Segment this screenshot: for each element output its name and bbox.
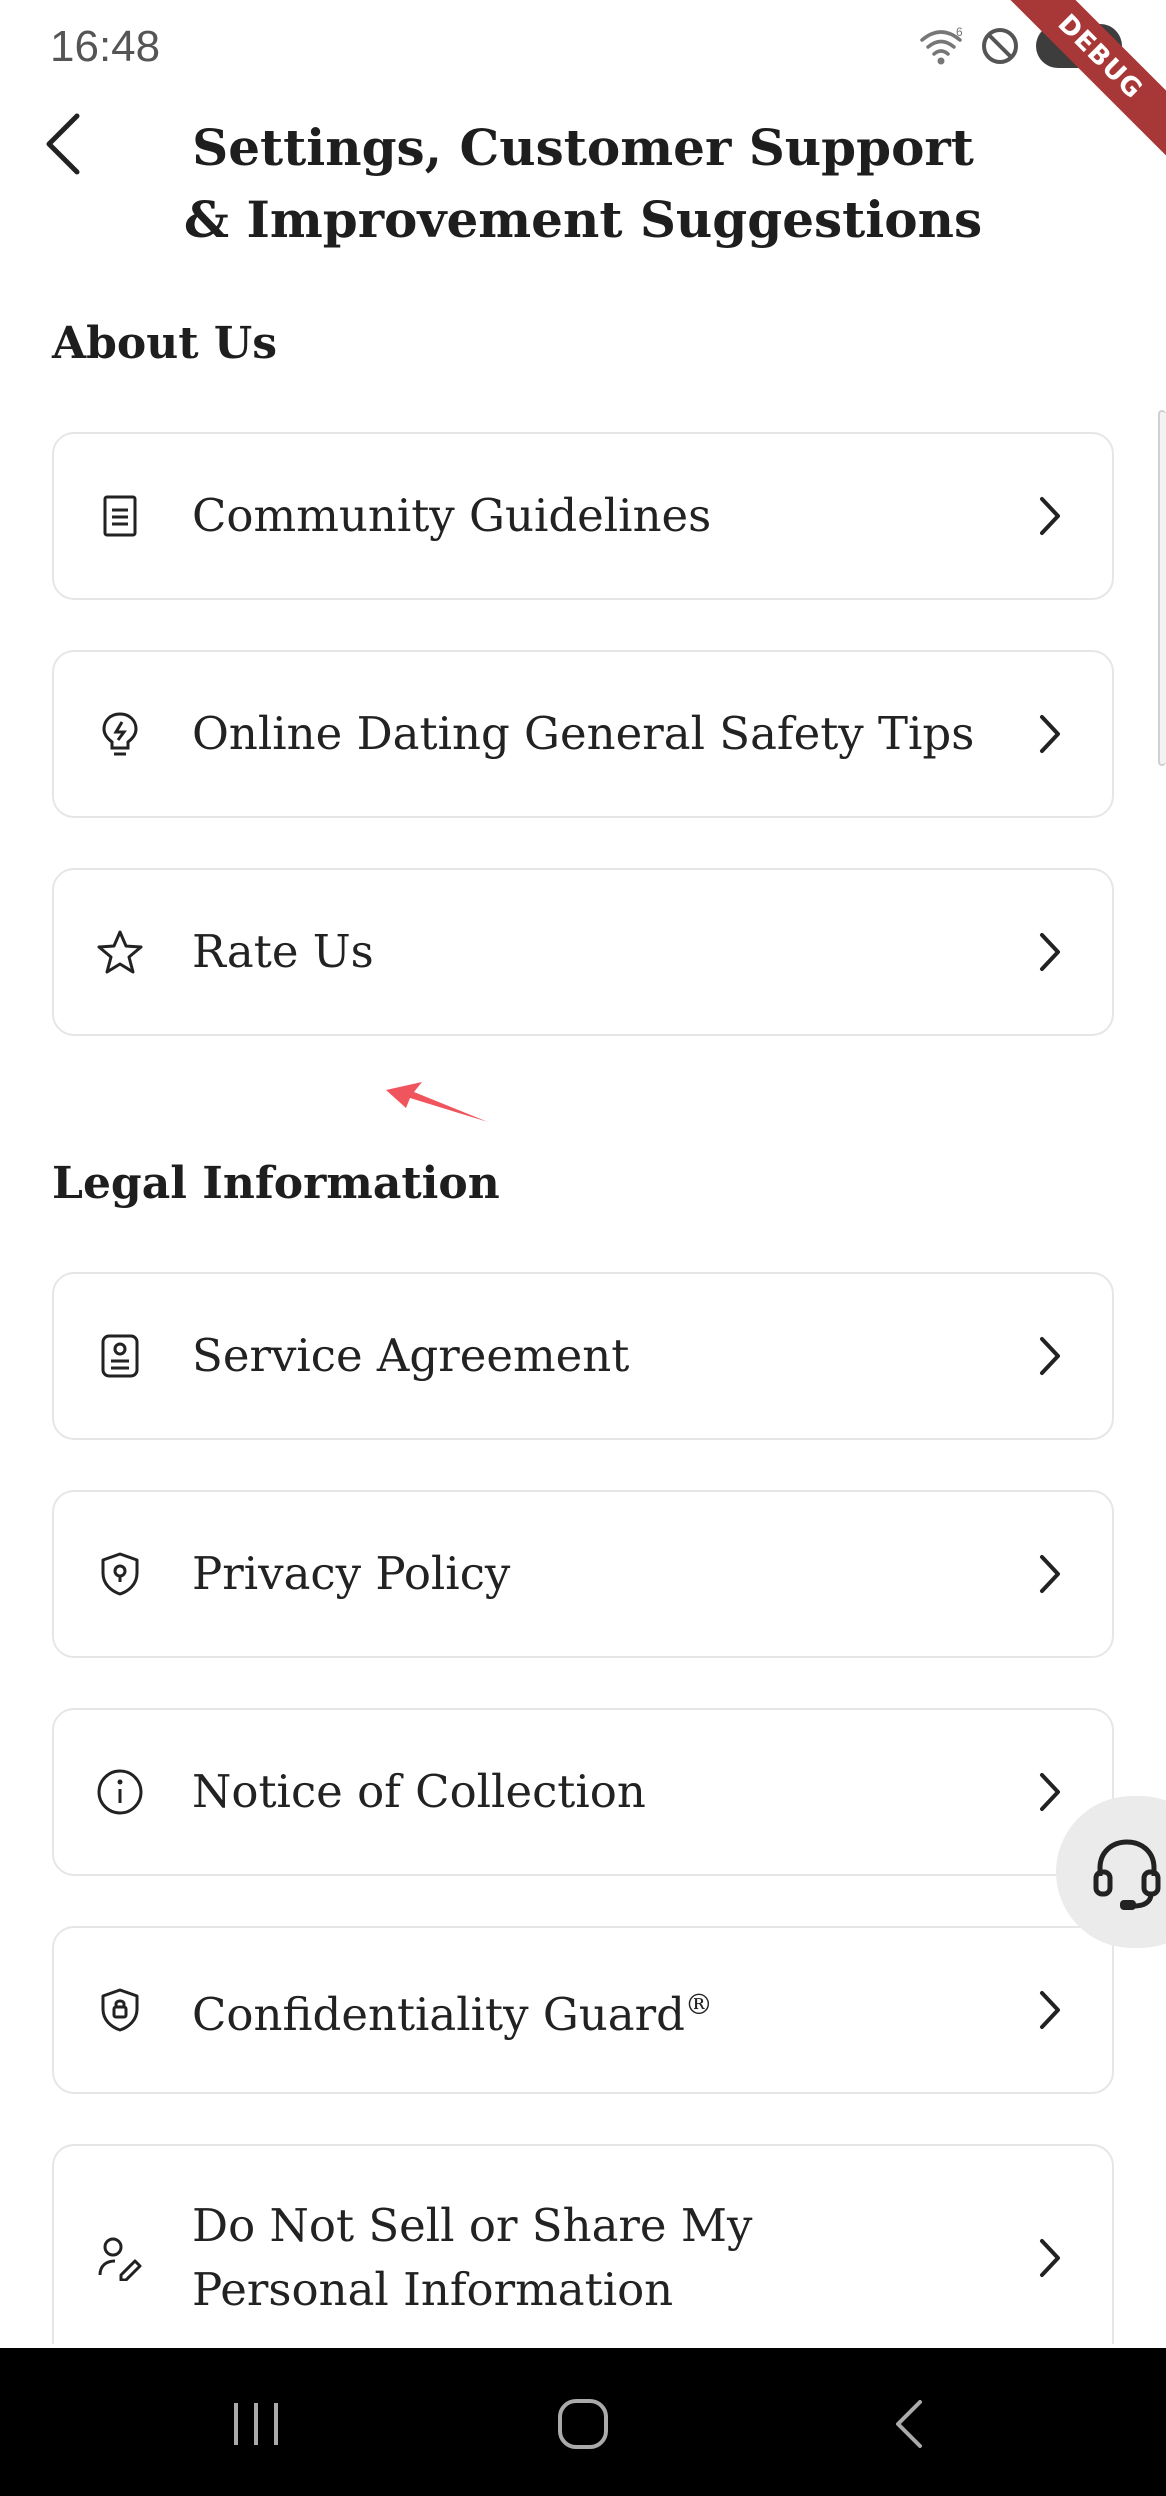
home-icon: [558, 2399, 608, 2449]
chevron-right-icon: [1030, 1550, 1070, 1598]
status-bar: 16:48 6 98: [0, 0, 1166, 96]
shield-lock-icon: [94, 1984, 146, 2036]
chevron-right-icon: [1030, 710, 1070, 758]
scrollbar-thumb[interactable]: [1158, 410, 1166, 766]
shield-icon: [94, 1548, 146, 1600]
row-confidentiality-guard[interactable]: Confidentiality Guard®: [52, 1926, 1114, 2094]
row-label: Privacy Policy: [192, 1547, 511, 1600]
page-title: Settings, Customer Support & Improvement…: [183, 118, 983, 249]
home-button[interactable]: [543, 2384, 623, 2464]
row-label-text: Confidentiality Guard: [192, 1988, 685, 2041]
agreement-icon: [94, 1330, 146, 1382]
chevron-right-icon: [1030, 1768, 1070, 1816]
row-label: Notice of Collection: [192, 1765, 646, 1818]
row-privacy-policy[interactable]: Privacy Policy: [52, 1490, 1114, 1658]
back-icon: [896, 2400, 922, 2448]
info-icon: [94, 1766, 146, 1818]
row-label: Do Not Sell or Share My Personal Informa…: [192, 2199, 753, 2316]
row-community-guidelines[interactable]: Community Guidelines: [52, 432, 1114, 600]
row-label: Online Dating General Safety Tips: [192, 707, 975, 760]
nav-back-button[interactable]: [868, 2384, 948, 2464]
recents-icon: [234, 2403, 278, 2445]
chevron-right-icon: [1030, 928, 1070, 976]
row-notice-of-collection[interactable]: Notice of Collection: [52, 1708, 1114, 1876]
star-icon: [94, 926, 146, 978]
row-do-not-sell[interactable]: Do Not Sell or Share My Personal Informa…: [52, 2144, 1114, 2344]
document-icon: [94, 490, 146, 542]
chevron-right-icon: [1030, 2234, 1070, 2282]
row-label: Rate Us: [192, 925, 374, 978]
chevron-right-icon: [1030, 492, 1070, 540]
wifi-icon: 6: [920, 26, 963, 65]
row-rate-us[interactable]: Rate Us: [52, 868, 1114, 1036]
chevron-right-icon: [1030, 1986, 1070, 2034]
status-time: 16:48: [50, 22, 161, 71]
registered-mark: ®: [684, 1988, 713, 2021]
row-label: Community Guidelines: [192, 489, 712, 542]
headset-icon: [1093, 1839, 1161, 1910]
row-label: Confidentiality Guard®: [192, 1973, 1002, 2047]
section-heading-about: About Us: [52, 318, 278, 369]
pointer-arrow-icon: [386, 1082, 488, 1122]
do-not-disturb-icon: [982, 28, 1018, 64]
row-label: Service Agreement: [192, 1329, 630, 1382]
back-button[interactable]: [28, 106, 98, 182]
chevron-right-icon: [1030, 1332, 1070, 1380]
row-safety-tips[interactable]: Online Dating General Safety Tips: [52, 650, 1114, 818]
row-service-agreement[interactable]: Service Agreement: [52, 1272, 1114, 1440]
recents-button[interactable]: [216, 2384, 296, 2464]
svg-text:6: 6: [956, 26, 963, 39]
lightbulb-icon: [94, 708, 146, 760]
system-navigation-bar: [0, 2348, 1166, 2496]
person-edit-icon: [94, 2232, 146, 2284]
chevron-left-icon: [46, 113, 80, 175]
section-heading-legal: Legal Information: [52, 1158, 500, 1209]
